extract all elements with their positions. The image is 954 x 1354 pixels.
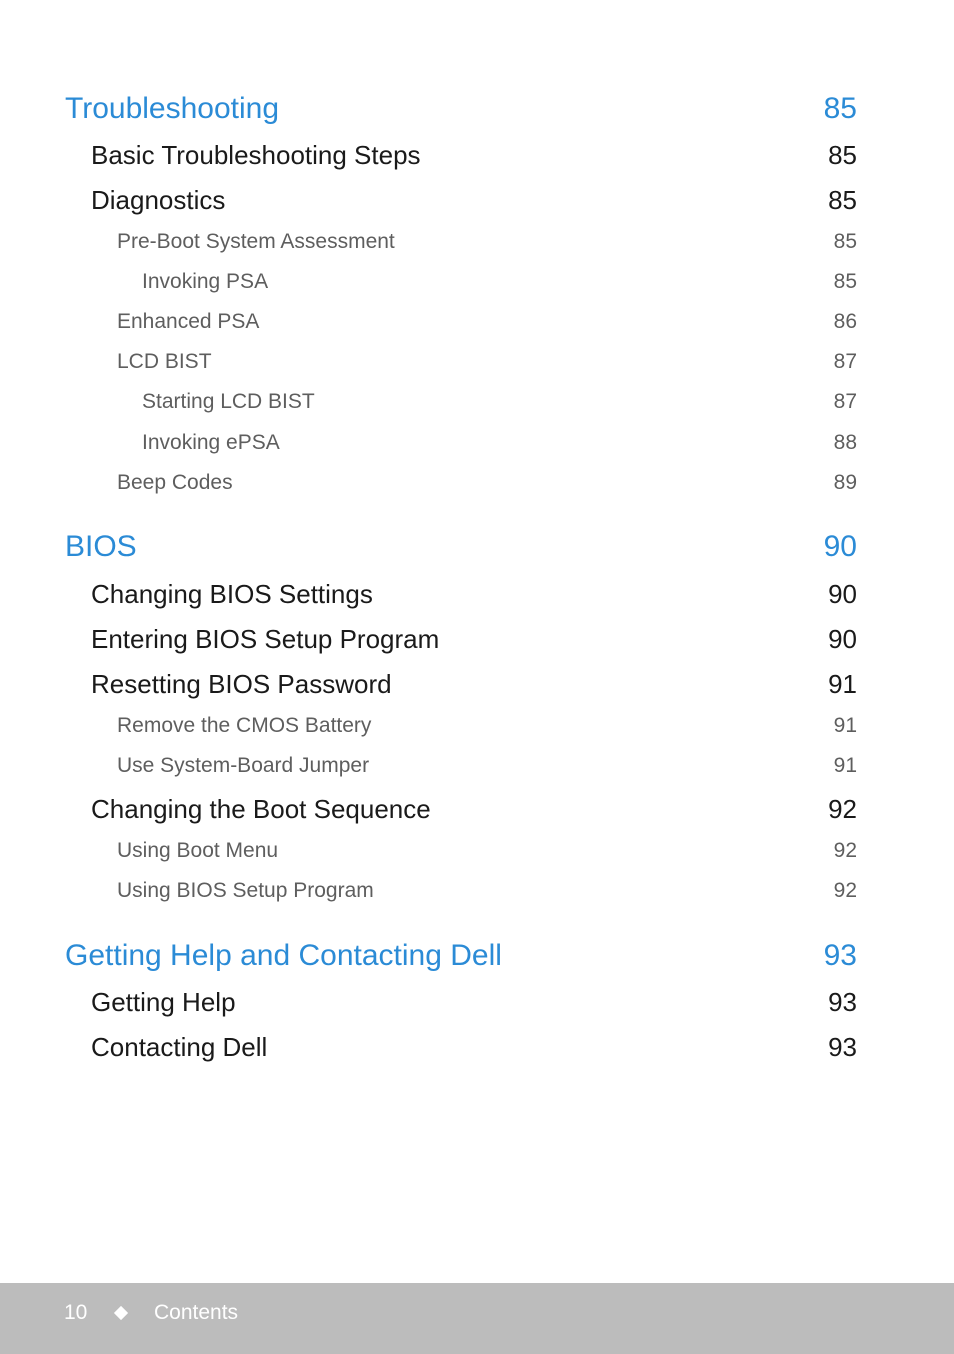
toc-title[interactable]: Remove the CMOS Battery [117, 714, 371, 738]
toc-heading-bios[interactable]: BIOS 90 [0, 530, 954, 570]
toc-title[interactable]: Using BIOS Setup Program [117, 879, 374, 903]
toc-entry[interactable]: Using Boot Menu 92 [0, 839, 954, 879]
toc-entry[interactable]: Changing BIOS Settings 90 [0, 579, 954, 619]
toc-page[interactable]: 93 [828, 1032, 857, 1063]
toc-page[interactable]: 92 [834, 839, 857, 863]
toc-entry[interactable]: Entering BIOS Setup Program 90 [0, 624, 954, 664]
toc-page[interactable]: 90 [824, 530, 857, 564]
toc-page[interactable]: 93 [824, 939, 857, 973]
toc-title[interactable]: LCD BIST [117, 350, 212, 374]
toc-page[interactable]: 85 [824, 92, 857, 126]
toc-title[interactable]: Enhanced PSA [117, 310, 259, 334]
toc-page[interactable]: 92 [828, 794, 857, 825]
toc-page[interactable]: 88 [834, 431, 857, 455]
toc-title[interactable]: Invoking PSA [142, 270, 268, 294]
toc-entry[interactable]: Beep Codes 89 [0, 471, 954, 511]
toc-page[interactable]: 89 [834, 471, 857, 495]
toc-page[interactable]: 85 [828, 185, 857, 216]
toc-title[interactable]: Use System-Board Jumper [117, 754, 369, 778]
toc-page[interactable]: 90 [828, 579, 857, 610]
toc-page[interactable]: 85 [834, 270, 857, 294]
toc-heading-troubleshooting[interactable]: Troubleshooting 85 [0, 92, 954, 132]
toc-title[interactable]: Using Boot Menu [117, 839, 278, 863]
toc-page[interactable]: 85 [834, 230, 857, 254]
toc-title[interactable]: Diagnostics [91, 185, 225, 216]
toc-page[interactable]: 91 [828, 669, 857, 700]
toc-heading-getting-help[interactable]: Getting Help and Contacting Dell 93 [0, 939, 954, 979]
toc-title[interactable]: Beep Codes [117, 471, 233, 495]
toc-title[interactable]: Resetting BIOS Password [91, 669, 392, 700]
toc-page[interactable]: 86 [834, 310, 857, 334]
toc-title[interactable]: Basic Troubleshooting Steps [91, 140, 421, 171]
footer-section-title: Contents [154, 1301, 239, 1324]
toc-page[interactable]: 90 [828, 624, 857, 655]
toc-entry[interactable]: Invoking PSA 85 [0, 270, 954, 310]
toc-title[interactable]: Changing the Boot Sequence [91, 794, 431, 825]
toc-entry[interactable]: Resetting BIOS Password 91 [0, 669, 954, 709]
toc-title[interactable]: Entering BIOS Setup Program [91, 624, 439, 655]
page-footer: 10 Contents [0, 1283, 954, 1354]
toc-entry[interactable]: Use System-Board Jumper 91 [0, 754, 954, 794]
toc-page[interactable]: 87 [834, 390, 857, 414]
toc-title[interactable]: Getting Help and Contacting Dell [65, 939, 502, 973]
toc-page[interactable]: 91 [834, 754, 857, 778]
toc-entry[interactable]: Remove the CMOS Battery 91 [0, 714, 954, 754]
toc-title[interactable]: Starting LCD BIST [142, 390, 315, 414]
toc-page[interactable]: 85 [828, 140, 857, 171]
footer-page-number: 10 [64, 1301, 88, 1324]
toc-entry[interactable]: Enhanced PSA 86 [0, 310, 954, 350]
toc-title[interactable]: Troubleshooting [65, 92, 279, 126]
toc-page[interactable]: 92 [834, 879, 857, 903]
toc-page[interactable]: 91 [834, 714, 857, 738]
toc-entry[interactable]: Pre-Boot System Assessment 85 [0, 230, 954, 270]
diamond-icon [113, 1305, 129, 1321]
toc-entry[interactable]: Starting LCD BIST 87 [0, 390, 954, 430]
toc-page[interactable]: 87 [834, 350, 857, 374]
toc-entry[interactable]: Changing the Boot Sequence 92 [0, 794, 954, 834]
toc-entry[interactable]: LCD BIST 87 [0, 350, 954, 390]
toc-title[interactable]: Invoking ePSA [142, 431, 280, 455]
toc-title[interactable]: Changing BIOS Settings [91, 579, 373, 610]
toc-title[interactable]: Contacting Dell [91, 1032, 267, 1063]
toc-page[interactable]: 93 [828, 987, 857, 1018]
toc-entry[interactable]: Contacting Dell 93 [0, 1032, 954, 1072]
toc-title[interactable]: Getting Help [91, 987, 236, 1018]
toc-entry[interactable]: Using BIOS Setup Program 92 [0, 879, 954, 919]
toc-title[interactable]: Pre-Boot System Assessment [117, 230, 395, 254]
toc-entry[interactable]: Invoking ePSA 88 [0, 431, 954, 471]
toc-entry[interactable]: Basic Troubleshooting Steps 85 [0, 140, 954, 180]
toc-entry[interactable]: Getting Help 93 [0, 987, 954, 1027]
toc-title[interactable]: BIOS [65, 530, 137, 564]
toc-entry[interactable]: Diagnostics 85 [0, 185, 954, 225]
